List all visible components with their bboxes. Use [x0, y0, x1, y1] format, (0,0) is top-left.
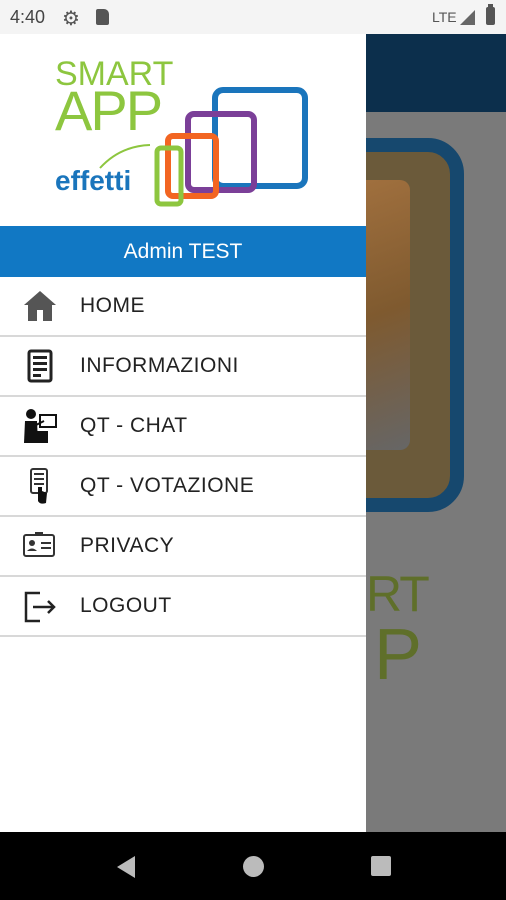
logout-icon	[0, 577, 80, 635]
background-app-bar	[366, 34, 506, 112]
status-time: 4:40	[10, 7, 46, 27]
menu-item-informazioni[interactable]: INFORMAZIONI	[0, 337, 366, 397]
home-circle-icon[interactable]	[243, 856, 264, 877]
vote-touch-icon	[0, 457, 80, 515]
back-icon[interactable]	[117, 856, 135, 878]
battery-icon	[486, 4, 495, 25]
settings-icon: ⚙	[62, 8, 80, 30]
menu-item-label: HOME	[80, 294, 145, 317]
drawer-menu: HOME INFORMAZIONI QT - CHAT QT - VOTAZIO…	[0, 277, 366, 637]
network-type: LTE	[432, 9, 457, 25]
menu-item-label: PRIVACY	[80, 534, 175, 557]
status-bar: 4:40 ⚙ LTE	[0, 0, 506, 34]
user-name-header: Admin TEST	[0, 226, 366, 277]
home-icon	[0, 277, 80, 335]
background-logo-text-line2: P	[374, 615, 422, 695]
background-logo-text-line1: RT	[366, 566, 430, 622]
menu-item-qt-votazione[interactable]: QT - VOTAZIONE	[0, 457, 366, 517]
background-app[interactable]: RT P	[326, 34, 506, 832]
background-logo-text: RT P	[366, 566, 430, 695]
recents-icon[interactable]	[371, 856, 391, 876]
menu-item-label: QT - VOTAZIONE	[80, 474, 255, 497]
menu-item-label: INFORMAZIONI	[80, 354, 239, 377]
logo-app-text: APP	[55, 79, 161, 142]
menu-item-home[interactable]: HOME	[0, 277, 366, 337]
menu-item-logout[interactable]: LOGOUT	[0, 577, 366, 637]
signal-icon	[460, 10, 475, 25]
system-navigation-bar	[0, 832, 506, 900]
logo-effetti-text: effetti	[55, 165, 131, 196]
menu-item-label: QT - CHAT	[80, 414, 188, 437]
info-device-icon	[0, 337, 80, 395]
menu-item-privacy[interactable]: PRIVACY	[0, 517, 366, 577]
presenter-chat-icon	[0, 397, 80, 455]
menu-item-label: LOGOUT	[80, 594, 172, 617]
id-card-icon	[0, 517, 80, 575]
navigation-drawer: SMART APP effetti Admin TEST HOME INFORM…	[0, 34, 366, 832]
smart-app-logo: SMART APP effetti	[55, 55, 308, 207]
sd-card-icon	[96, 9, 109, 25]
menu-item-qt-chat[interactable]: QT - CHAT	[0, 397, 366, 457]
